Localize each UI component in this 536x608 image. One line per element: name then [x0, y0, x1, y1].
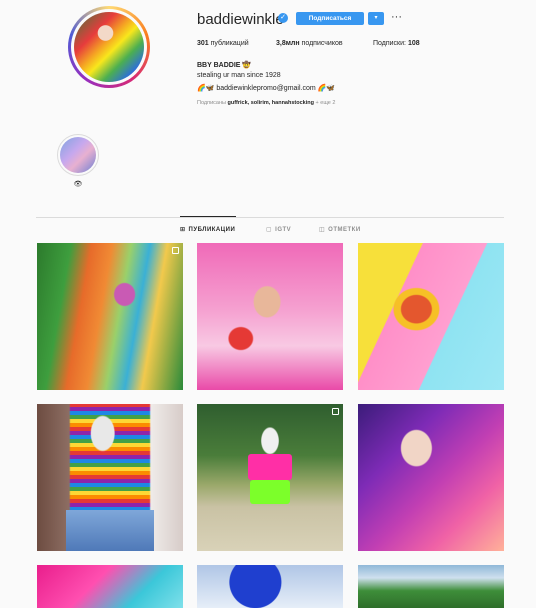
followed-by-users: guffrick, solirim, hannahstocking — [227, 100, 314, 106]
followed-by-suffix: + еще 2 — [315, 100, 336, 106]
following-stat[interactable]: Подписки: 108 — [373, 40, 420, 47]
more-options-icon[interactable]: ··· — [391, 11, 402, 23]
tab-igtv[interactable]: ▢ IGTV — [266, 226, 291, 233]
highlight-label: 👁 — [73, 181, 83, 188]
suggestions-dropdown-button[interactable]: ▾ — [368, 12, 384, 25]
post-detail — [249, 480, 291, 504]
followed-by[interactable]: Подписаны guffrick, solirim, hannahstock… — [197, 100, 335, 106]
posts-label: публикаций — [210, 40, 249, 47]
highlight-cover — [60, 137, 96, 173]
tab-igtv-label: IGTV — [275, 227, 292, 233]
bio-email: 🌈🦋 baddiewinklepromo@gmail.com 🌈🦋 — [197, 85, 336, 92]
tab-posts-label: ПУБЛИКАЦИИ — [188, 227, 236, 233]
posts-stat: 301 публикаций — [197, 40, 249, 47]
post-thumbnail[interactable] — [197, 565, 343, 608]
post-thumbnail[interactable] — [358, 404, 504, 551]
followed-by-prefix: Подписаны — [197, 100, 226, 106]
post-detail — [248, 453, 292, 481]
posts-count: 301 — [197, 40, 209, 47]
bio-name: BBY BADDIE 🤠 — [197, 62, 252, 69]
multiple-photos-icon — [332, 408, 339, 415]
followers-count: 3,8млн — [276, 40, 300, 47]
active-tab-indicator — [180, 216, 236, 217]
multiple-photos-icon — [172, 247, 179, 254]
tabs-divider — [36, 217, 504, 218]
follow-button[interactable]: Подписаться — [296, 12, 364, 25]
story-highlight[interactable] — [57, 134, 99, 176]
avatar-image — [74, 12, 144, 82]
profile-avatar[interactable] — [68, 6, 150, 88]
tab-posts[interactable]: ⊞ ПУБЛИКАЦИИ — [180, 226, 235, 233]
bio-line: stealing ur man since 1928 — [197, 72, 281, 79]
tab-tagged[interactable]: ◫ ОТМЕТКИ — [319, 226, 361, 233]
post-thumbnail[interactable] — [37, 404, 183, 551]
tab-tagged-label: ОТМЕТКИ — [328, 227, 361, 233]
followers-label: подписчиков — [301, 40, 343, 47]
tagged-icon: ◫ — [319, 227, 326, 233]
grid-icon: ⊞ — [180, 227, 186, 233]
post-detail — [66, 509, 154, 551]
avatar-inner — [71, 9, 147, 85]
post-thumbnail[interactable] — [197, 404, 343, 551]
post-thumbnail[interactable] — [197, 243, 343, 390]
following-label: Подписки: — [373, 40, 406, 47]
verified-badge-icon: ✓ — [278, 13, 288, 23]
username: baddiewinkle — [197, 11, 284, 28]
following-count: 108 — [407, 40, 420, 47]
igtv-icon: ▢ — [266, 227, 273, 233]
post-thumbnail[interactable] — [37, 243, 183, 390]
post-thumbnail[interactable] — [358, 565, 504, 608]
post-thumbnail[interactable] — [358, 243, 504, 390]
followers-stat[interactable]: 3,8млн подписчиков — [276, 40, 343, 47]
post-thumbnail[interactable] — [37, 565, 183, 608]
